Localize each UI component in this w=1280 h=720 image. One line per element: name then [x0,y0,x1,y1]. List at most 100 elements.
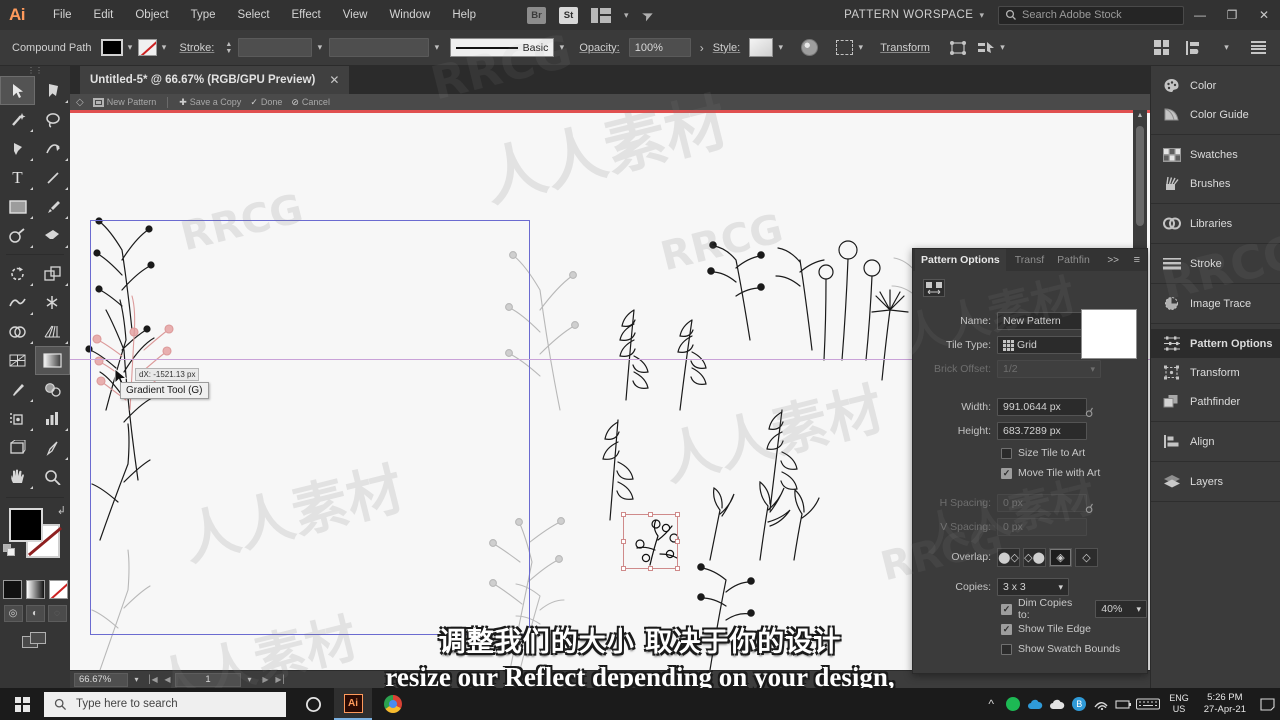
battery-icon[interactable] [1112,688,1134,720]
stroke-color-swatch[interactable] [137,39,157,56]
row-move-tile-with-art[interactable]: ✓ Move Tile with Art [913,463,1147,483]
stroke-chevron-down-icon[interactable]: ▾ [157,39,172,56]
fill-color-swatch[interactable] [100,39,123,56]
language-indicator[interactable]: ENG US [1162,693,1196,715]
pattern-tile-tool-button[interactable] [923,279,945,297]
copies-select[interactable]: 3 x 3 ▾ [997,578,1069,596]
color-mode-flat[interactable] [2,580,22,599]
tool-artboard[interactable] [0,433,35,462]
style-label[interactable]: Style: [713,42,741,54]
graphic-style-swatch[interactable] [749,38,774,57]
tool-rotate[interactable] [0,259,35,288]
align-objects-icon[interactable] [1186,40,1202,55]
sidebar-item-pattern-options[interactable]: Pattern Options [1151,329,1280,358]
stroke-weight-stepper[interactable]: ▲ ▼ [223,39,234,57]
tool-shaper[interactable] [0,221,35,250]
align-chevron-down-icon[interactable]: ▾ [1219,39,1234,56]
sidebar-item-align[interactable]: Align [1151,427,1280,456]
tool-line-segment[interactable] [35,163,70,192]
menu-edit[interactable]: Edit [83,0,125,30]
menu-help[interactable]: Help [441,0,487,30]
scroll-up-icon[interactable]: ▲ [1133,110,1147,122]
stroke-weight-chevron-down-icon[interactable]: ▾ [312,39,327,56]
isolate-object-icon[interactable] [949,40,967,56]
sidebar-item-layers[interactable]: Layers [1151,467,1280,496]
row-size-tile-to-art[interactable]: Size Tile to Art [913,443,1147,463]
panel-options-menu-icon[interactable] [1251,41,1266,54]
tool-lasso[interactable] [35,105,70,134]
tool-gradient[interactable] [35,346,70,375]
menu-select[interactable]: Select [227,0,281,30]
recolor-artwork-icon[interactable] [801,39,819,56]
tool-slice[interactable] [35,433,70,462]
pattern-tile-boundary[interactable] [90,220,530,635]
dim-copies-checkbox[interactable]: ✓ [1001,603,1012,615]
tool-pen[interactable] [0,134,35,163]
selection-bounding-box[interactable] [621,512,680,571]
brush-chevron-down-icon[interactable]: ▾ [554,39,569,56]
wifi-icon[interactable] [1090,688,1112,720]
stroke-weight-input[interactable] [238,38,313,57]
variable-width-chevron-down-icon[interactable]: ▾ [429,39,444,56]
pattern-breadcrumb[interactable]: New Pattern [92,97,156,107]
opacity-expand-arrow-icon[interactable]: › [691,41,713,55]
overlap-top-in-front-button[interactable]: ◇ [1075,547,1098,567]
panel-expand-icon[interactable]: >> [1107,255,1119,266]
toolbar-drag-handle[interactable]: ⋮⋮ [0,66,70,76]
link-spacing-icon[interactable]: ☌ [1085,501,1094,517]
tab-pattern-options[interactable]: Pattern Options [915,249,1006,271]
default-fill-stroke-icon[interactable] [3,544,16,557]
pattern-back-icon[interactable]: ◇ [76,97,84,108]
sidebar-item-image-trace[interactable]: Image Trace [1151,289,1280,318]
tool-magic-wand[interactable] [0,105,35,134]
tool-eyedropper[interactable] [0,375,35,404]
document-tab[interactable]: Untitled-5* @ 66.67% (RGB/GPU Preview) ✕ [80,66,351,94]
tool-paintbrush[interactable] [35,192,70,221]
sidebar-item-brushes[interactable]: Brushes [1151,169,1280,198]
style-chevron-down-icon[interactable]: ▾ [773,39,788,56]
overlap-left-in-front-button[interactable]: ⬤◇ [997,547,1020,567]
tool-scale[interactable] [35,259,70,288]
pattern-save-copy-button[interactable]: ✚ Save a Copy [179,97,241,108]
dim-copies-select[interactable]: 40% ▾ [1095,600,1147,618]
menu-view[interactable]: View [332,0,379,30]
sidebar-item-transform[interactable]: Transform [1151,358,1280,387]
edit-toolbar-icon[interactable] [977,40,995,56]
tool-shape-builder[interactable] [0,317,35,346]
fill-chevron-down-icon[interactable]: ▾ [123,39,138,56]
pattern-cancel-button[interactable]: ⊘ Cancel [291,97,330,108]
keyboard-icon[interactable] [1134,688,1162,720]
stroke-variable-width-input[interactable] [329,38,430,57]
clock[interactable]: 5:26 PM 27-Apr-21 [1196,692,1254,716]
tool-eraser[interactable] [35,221,70,250]
opacity-input[interactable]: 100% [628,38,691,57]
pattern-done-button[interactable]: ✓ Done [250,97,282,108]
taskbar-cortana-button[interactable] [294,688,332,720]
tool-free-transform[interactable] [35,288,70,317]
brush-definition-select[interactable]: Basic [450,38,555,57]
sidebar-item-color[interactable]: Color [1151,71,1280,100]
tool-perspective-grid[interactable] [35,317,70,346]
size-tile-to-art-checkbox[interactable] [1001,447,1012,459]
taskbar-illustrator-button[interactable]: Ai [334,688,372,720]
tab-transform[interactable]: Transf [1015,254,1044,266]
link-dimensions-icon[interactable]: ☌ [1085,405,1094,421]
select-similar-chevron-down-icon[interactable]: ▾ [853,39,868,56]
restore-button[interactable]: ❐ [1216,0,1248,30]
transform-label[interactable]: Transform [880,42,930,54]
scrollbar-thumb[interactable] [1136,126,1144,226]
menu-window[interactable]: Window [378,0,441,30]
sidebar-item-color-guide[interactable]: Color Guide [1151,100,1280,129]
row-dim-copies[interactable]: ✓ Dim Copies to: 40% ▾ [913,597,1147,621]
stock-icon[interactable]: St [559,6,578,24]
color-mode-none[interactable] [48,580,68,599]
opacity-label[interactable]: Opacity: [579,42,619,54]
cloud-sync-icon[interactable] [1046,688,1068,720]
arrange-documents-icon[interactable] [591,7,611,23]
swap-fill-stroke-icon[interactable]: ↲ [57,504,66,517]
sidebar-item-libraries[interactable]: Libraries [1151,209,1280,238]
move-tile-with-art-checkbox[interactable]: ✓ [1001,467,1012,479]
tool-hand[interactable] [0,462,35,491]
tool-mesh[interactable] [0,346,35,375]
tab-pathfinder[interactable]: Pathfin [1057,254,1090,266]
